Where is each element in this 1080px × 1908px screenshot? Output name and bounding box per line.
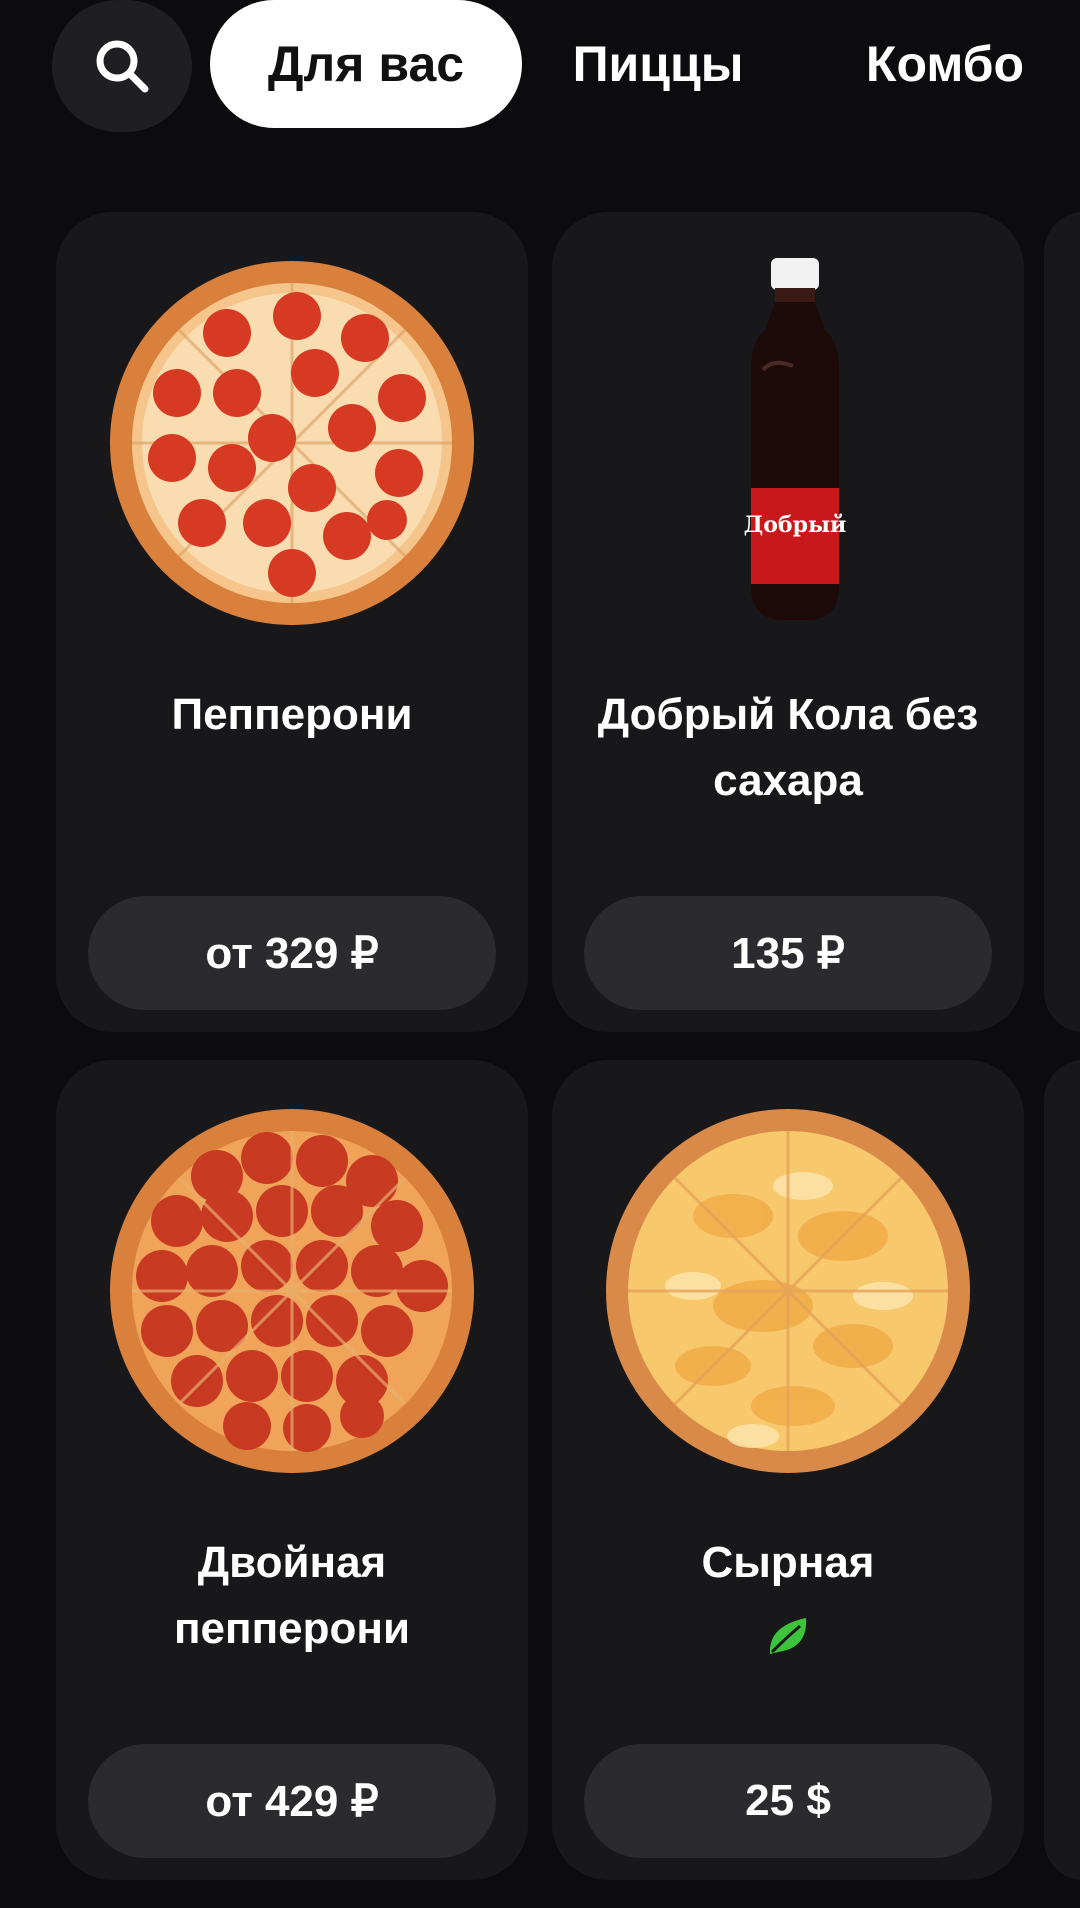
- search-button[interactable]: [52, 0, 192, 132]
- tab-pizzas[interactable]: Пиццы: [548, 0, 768, 128]
- product-card-cola[interactable]: Добрый Добрый Кола без сахара 135 ₽: [552, 212, 1024, 1032]
- bottle-label: Добрый: [744, 512, 847, 538]
- product-title: Пепперони: [171, 690, 413, 739]
- price-button[interactable]: 135 ₽: [584, 896, 992, 1010]
- pepperoni-pizza-image: [107, 258, 477, 628]
- product-card-cheese[interactable]: Сырная 25 $: [552, 1060, 1024, 1880]
- leaf-icon: [769, 1618, 807, 1654]
- product-card-pepperoni[interactable]: Пепперони от 329 ₽: [56, 212, 528, 1032]
- tab-combo[interactable]: Комбо: [840, 0, 1050, 128]
- price-button[interactable]: 25 $: [584, 1744, 992, 1858]
- double-pepperoni-pizza-image: [107, 1106, 477, 1476]
- category-nav: Для вас Пиццы Комбо: [0, 0, 1080, 140]
- cola-bottle-image: Добрый: [603, 258, 973, 628]
- product-title: Добрый Кола без сахара: [597, 690, 979, 805]
- search-icon: [96, 40, 149, 93]
- product-card-partial[interactable]: [1044, 1060, 1080, 1880]
- price-button[interactable]: от 329 ₽: [88, 896, 496, 1010]
- product-title: Двойная пепперони: [173, 1538, 411, 1653]
- product-card-partial[interactable]: [1044, 212, 1080, 1032]
- product-card-double-pepperoni[interactable]: Двойная пепперони от 429 ₽: [56, 1060, 528, 1880]
- price-button[interactable]: от 429 ₽: [88, 1744, 496, 1858]
- product-title: Сырная: [701, 1538, 875, 1587]
- tab-for-you[interactable]: Для вас: [210, 0, 522, 128]
- cheese-pizza-image: [603, 1106, 973, 1476]
